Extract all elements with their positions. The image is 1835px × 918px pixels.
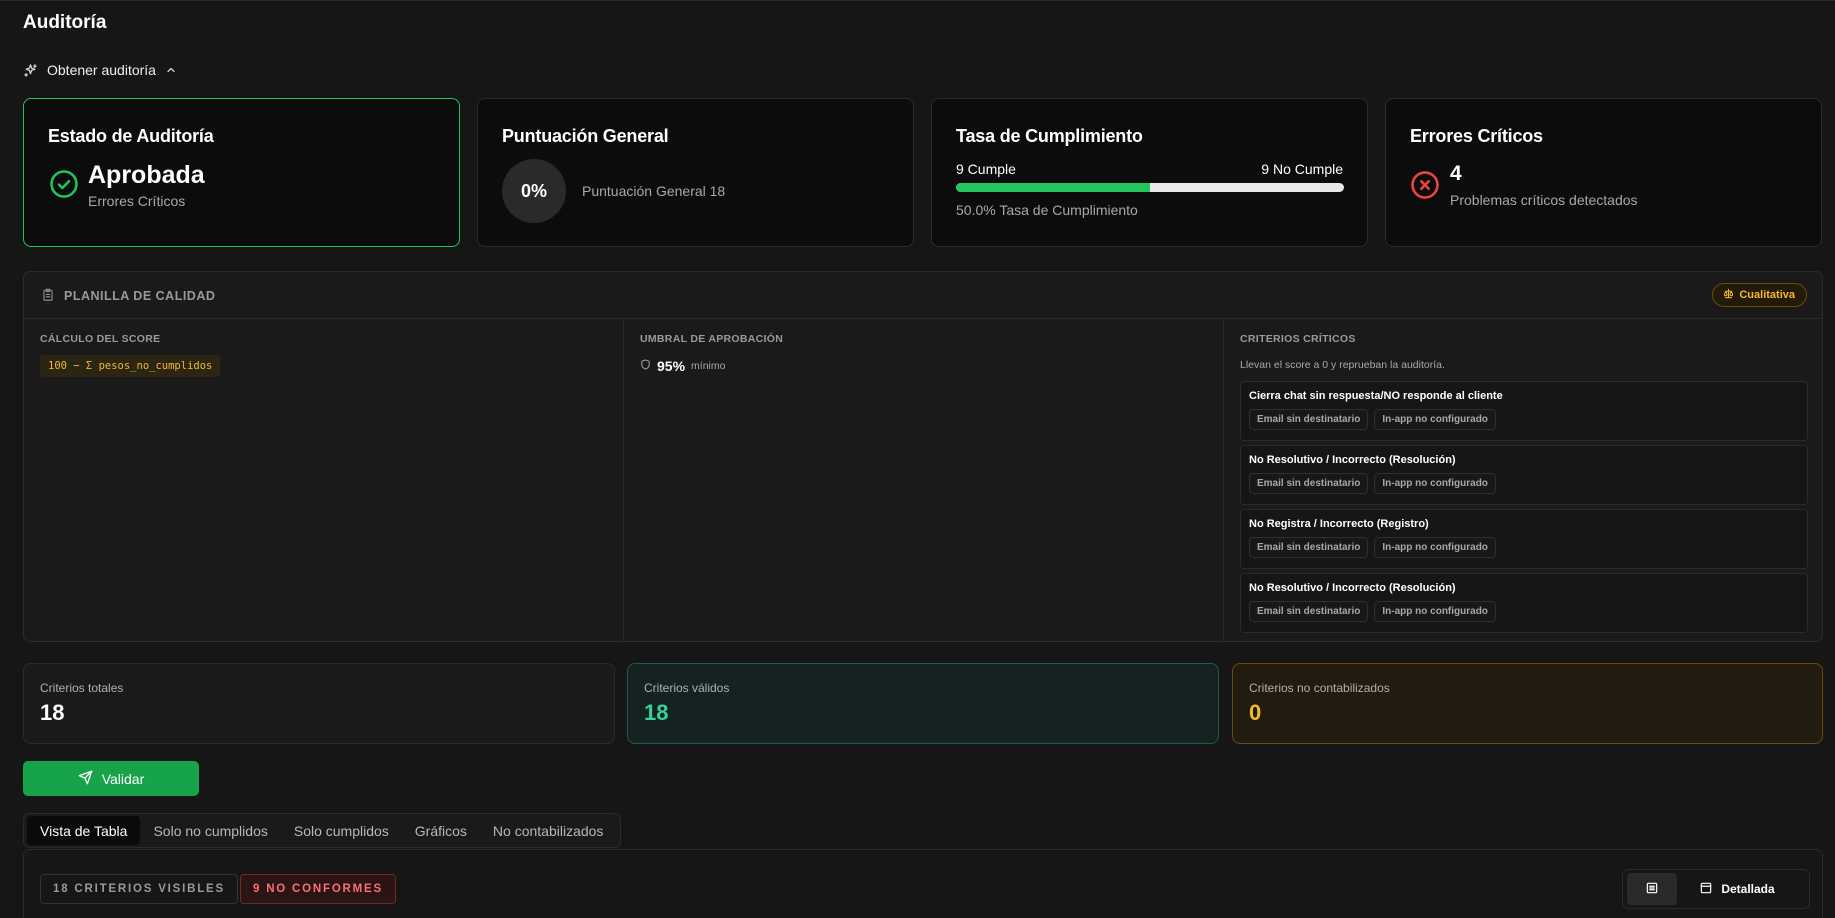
- email-status-tag: Email sin destinatario: [1249, 537, 1369, 558]
- tab-no-contabilizados[interactable]: No contabilizados: [480, 816, 617, 845]
- errores-criticos-card: Errores Críticos 4 Problemas críticos de…: [1385, 98, 1822, 247]
- planilla-calidad-panel: PLANILLA DE CALIDAD Cualitativa CÁLCULO …: [23, 271, 1823, 642]
- panel-icon: [1699, 881, 1713, 898]
- tab-vista-tabla[interactable]: Vista de Tabla: [27, 816, 141, 845]
- critical-criterion-item: Cierra chat sin respuesta/NO responde al…: [1240, 381, 1808, 441]
- critical-criterion-item: No Resolutivo / Incorrecto (Resolución) …: [1240, 445, 1808, 505]
- shield-icon: [640, 357, 651, 375]
- validar-label: Validar: [101, 770, 145, 787]
- score-label: Puntuación General 18: [582, 183, 726, 199]
- obtener-auditoria-label: Obtener auditoría: [47, 62, 156, 78]
- criterios-visibles-badge: 18 CRITERIOS VISIBLES: [40, 874, 238, 904]
- stat-label: Criterios válidos: [644, 681, 730, 695]
- criterios-totales-stat: Criterios totales 18: [23, 663, 615, 744]
- card-title: Estado de Auditoría: [48, 126, 214, 146]
- card-title: Errores Críticos: [1410, 126, 1543, 146]
- umbral-aprobacion-column: UMBRAL DE APROBACIÓN 95% mínimo: [624, 319, 1224, 641]
- stat-value: 0: [1249, 700, 1262, 725]
- planilla-header: PLANILLA DE CALIDAD Cualitativa: [24, 272, 1822, 319]
- inapp-status-tag: In-app no configurado: [1374, 537, 1496, 558]
- puntuacion-general-card: Puntuación General 0% Puntuación General…: [477, 98, 914, 247]
- critical-criterion-item: No Registra / Incorrecto (Registro) Emai…: [1240, 509, 1808, 569]
- stat-value: 18: [40, 700, 65, 725]
- criterios-no-contabilizados-stat: Criterios no contabilizados 0: [1232, 663, 1823, 744]
- scale-icon: [1723, 288, 1734, 302]
- criterion-name: No Resolutivo / Incorrecto (Resolución): [1249, 582, 1456, 594]
- criticos-description: Llevan el score a 0 y reprueban la audit…: [1240, 359, 1445, 371]
- inapp-status-tag: In-app no configurado: [1374, 473, 1496, 494]
- list-icon: [1645, 881, 1659, 898]
- criteria-table-panel: 18 CRITERIOS VISIBLES 9 NO CONFORMES Det…: [23, 849, 1823, 918]
- umbral-suffix: mínimo: [691, 360, 726, 372]
- view-mode-selector: Detallada: [1622, 869, 1810, 909]
- validar-button[interactable]: Validar: [23, 761, 199, 796]
- obtener-auditoria-toggle[interactable]: Obtener auditoría: [23, 62, 177, 78]
- view-tabs: Vista de Tabla Solo no cumplidos Solo cu…: [23, 813, 621, 848]
- estado-value: Aprobada: [88, 161, 205, 189]
- umbral-value: 95%: [657, 358, 686, 374]
- criterion-name: Cierra chat sin respuesta/NO responde al…: [1249, 390, 1503, 402]
- cualitativa-label: Cualitativa: [1739, 289, 1795, 301]
- cumple-count: 9 Cumple: [956, 161, 1016, 177]
- top-divider: [0, 0, 1835, 1]
- tasa-cumplimiento-card: Tasa de Cumplimiento 9 Cumple 9 No Cumpl…: [931, 98, 1368, 247]
- criterion-name: No Resolutivo / Incorrecto (Resolución): [1249, 454, 1456, 466]
- compliance-progress-fill: [956, 183, 1150, 192]
- calculo-label: CÁLCULO DEL SCORE: [40, 333, 161, 345]
- stat-label: Criterios no contabilizados: [1249, 681, 1390, 695]
- card-title: Puntuación General: [502, 126, 669, 146]
- stat-value: 18: [644, 700, 669, 725]
- score-circle: 0%: [502, 159, 566, 223]
- send-icon: [78, 770, 93, 788]
- sparkles-icon: [23, 63, 38, 78]
- compliance-progress-bar: [956, 183, 1344, 192]
- email-status-tag: Email sin destinatario: [1249, 601, 1369, 622]
- score-formula: 100 − Σ pesos_no_cumplidos: [40, 355, 221, 377]
- card-title: Tasa de Cumplimiento: [956, 126, 1143, 146]
- detailed-view-button[interactable]: Detallada: [1677, 873, 1797, 905]
- detallada-label: Detallada: [1721, 882, 1775, 896]
- x-circle-icon: [1410, 170, 1440, 205]
- umbral-value-row: 95% mínimo: [640, 357, 725, 375]
- email-status-tag: Email sin destinatario: [1249, 473, 1369, 494]
- cualitativa-badge: Cualitativa: [1712, 283, 1807, 307]
- check-circle-icon: [49, 169, 79, 204]
- compact-view-button[interactable]: [1627, 873, 1677, 905]
- tab-graficos[interactable]: Gráficos: [402, 816, 480, 845]
- criterion-name: No Registra / Incorrecto (Registro): [1249, 518, 1429, 530]
- errores-count: 4: [1450, 162, 1462, 185]
- clipboard-icon: [41, 288, 55, 307]
- criterios-validos-stat: Criterios válidos 18: [627, 663, 1219, 744]
- tab-solo-cumplidos[interactable]: Solo cumplidos: [281, 816, 402, 845]
- no-conformes-badge[interactable]: 9 NO CONFORMES: [240, 874, 396, 904]
- calculo-score-column: CÁLCULO DEL SCORE 100 − Σ pesos_no_cumpl…: [24, 319, 624, 641]
- criterios-criticos-column: CRITERIOS CRÍTICOS Llevan el score a 0 y…: [1224, 319, 1822, 641]
- estado-auditoria-card: Estado de Auditoría Aprobada Errores Crí…: [23, 98, 460, 247]
- criticos-label: CRITERIOS CRÍTICOS: [1240, 333, 1356, 345]
- errores-subtitle: Problemas críticos detectados: [1450, 192, 1638, 208]
- umbral-label: UMBRAL DE APROBACIÓN: [640, 333, 784, 345]
- tab-solo-no-cumplidos[interactable]: Solo no cumplidos: [140, 816, 280, 845]
- estado-subtitle: Errores Críticos: [88, 193, 186, 209]
- chevron-up-icon: [165, 64, 177, 76]
- email-status-tag: Email sin destinatario: [1249, 409, 1369, 430]
- criticos-list: Cierra chat sin respuesta/NO responde al…: [1240, 381, 1808, 637]
- stat-label: Criterios totales: [40, 681, 124, 695]
- compliance-rate-label: 50.0% Tasa de Cumplimiento: [956, 202, 1138, 218]
- no-cumple-count: 9 No Cumple: [1261, 161, 1343, 177]
- inapp-status-tag: In-app no configurado: [1374, 601, 1496, 622]
- critical-criterion-item: No Resolutivo / Incorrecto (Resolución) …: [1240, 573, 1808, 633]
- page-title: Auditoría: [23, 12, 107, 33]
- planilla-title: PLANILLA DE CALIDAD: [64, 289, 216, 303]
- inapp-status-tag: In-app no configurado: [1374, 409, 1496, 430]
